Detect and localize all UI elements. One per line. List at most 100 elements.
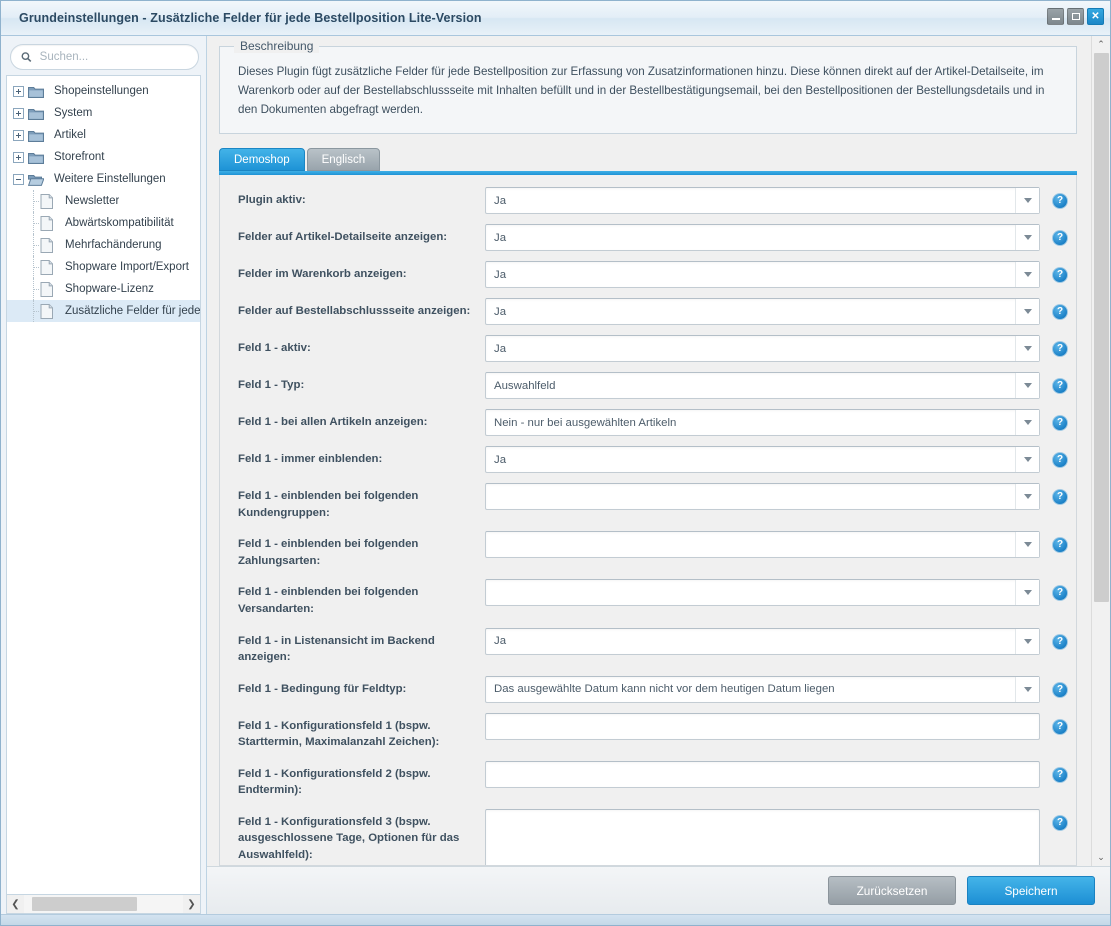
chevron-down-icon[interactable] <box>1015 336 1039 362</box>
help-icon[interactable]: ? <box>1052 193 1068 210</box>
chevron-down-icon[interactable] <box>1015 225 1039 251</box>
help-icon[interactable]: ? <box>1052 537 1068 554</box>
select-field[interactable]: Das ausgewählte Datum kann nicht vor dem… <box>485 675 1040 703</box>
maximize-icon[interactable] <box>1067 8 1084 25</box>
scroll-right-icon[interactable]: ❯ <box>183 895 200 913</box>
chevron-down-icon[interactable] <box>1015 676 1039 702</box>
form-footer: Zurücksetzen Speichern <box>207 866 1110 914</box>
chevron-down-icon[interactable] <box>1015 299 1039 325</box>
tree-item-zusätzliche-felder-für-jede-bes[interactable]: Zusätzliche Felder für jede Bes <box>7 300 200 322</box>
tree-item-mehrfachänderung[interactable]: Mehrfachänderung <box>7 234 200 256</box>
select-field[interactable]: Auswahlfeld <box>485 372 1040 400</box>
select-field[interactable]: Ja <box>485 446 1040 474</box>
select-field[interactable]: Ja <box>485 335 1040 363</box>
vscroll-thumb[interactable] <box>1093 53 1109 603</box>
help-icon[interactable]: ? <box>1052 766 1068 783</box>
help-icon[interactable]: ? <box>1052 718 1068 735</box>
close-icon[interactable]: ✕ <box>1087 8 1104 25</box>
field-label: Feld 1 - Bedingung für Feldtyp: <box>238 682 407 695</box>
folder-icon <box>28 129 49 142</box>
sidebar-horizontal-scrollbar[interactable]: ❮ ❯ <box>6 894 201 914</box>
help-icon[interactable]: ? <box>1052 415 1068 432</box>
select-field[interactable]: Ja <box>485 224 1040 252</box>
search-input[interactable] <box>37 50 190 64</box>
help-icon[interactable]: ? <box>1052 452 1068 469</box>
vscroll-track[interactable] <box>1092 53 1111 849</box>
help-icon[interactable]: ? <box>1052 585 1068 602</box>
chevron-down-icon[interactable] <box>1015 484 1039 510</box>
save-button[interactable]: Speichern <box>967 876 1095 905</box>
expand-icon[interactable] <box>13 151 24 163</box>
textarea-field[interactable] <box>485 808 1040 866</box>
description-legend: Beschreibung <box>234 39 320 53</box>
select-field[interactable] <box>485 531 1040 559</box>
help-icon[interactable]: ? <box>1052 489 1068 506</box>
help-icon[interactable]: ? <box>1052 341 1068 358</box>
settings-form: Plugin aktiv: Ja? Felder auf Artikel-Detai… <box>219 175 1077 866</box>
help-icon[interactable]: ? <box>1052 304 1068 321</box>
help-icon[interactable]: ? <box>1052 267 1068 284</box>
form-row: Feld 1 - Typ: Auswahlfeld? <box>230 372 1068 400</box>
expand-icon[interactable] <box>13 107 24 119</box>
search-box[interactable] <box>10 44 199 70</box>
tree-item-storefront[interactable]: Storefront <box>7 146 200 168</box>
field-control: Nein - nur bei ausgewählten Artikeln <box>485 409 1040 437</box>
form-row: Feld 1 - einblenden bei folgenden Kunden… <box>230 483 1068 521</box>
hscroll-track[interactable] <box>24 895 183 913</box>
text-field[interactable] <box>485 712 1040 740</box>
expand-icon[interactable] <box>13 129 24 141</box>
select-field[interactable]: Ja <box>485 261 1040 289</box>
settings-tree: Shopeinstellungen System Artikel Storefront… <box>6 75 201 894</box>
tree-item-label: Newsletter <box>65 195 120 207</box>
select-field[interactable] <box>485 483 1040 511</box>
scroll-left-icon[interactable]: ❮ <box>7 895 24 913</box>
chevron-down-icon[interactable] <box>1015 262 1039 288</box>
minimize-icon[interactable] <box>1047 8 1064 25</box>
tab-demoshop[interactable]: Demoshop <box>219 148 305 172</box>
tree-item-shopware-import-export[interactable]: Shopware Import/Export <box>7 256 200 278</box>
select-field[interactable]: Ja <box>485 187 1040 215</box>
window-controls: ✕ <box>1047 8 1104 25</box>
form-row: Felder auf Artikel-Detailseite anzeigen:… <box>230 224 1068 252</box>
window-body: Shopeinstellungen System Artikel Storefront… <box>1 36 1110 914</box>
tree-item-newsletter[interactable]: Newsletter <box>7 190 200 212</box>
chevron-down-icon[interactable] <box>1015 628 1039 654</box>
tree-item-shopeinstellungen[interactable]: Shopeinstellungen <box>7 80 200 102</box>
help-icon[interactable]: ? <box>1052 378 1068 395</box>
chevron-down-icon[interactable] <box>1015 373 1039 399</box>
form-row: Feld 1 - einblenden bei folgenden Zahlun… <box>230 531 1068 569</box>
hscroll-thumb[interactable] <box>32 897 137 911</box>
chevron-down-icon[interactable] <box>1015 410 1039 436</box>
chevron-down-icon[interactable] <box>1015 532 1039 558</box>
help-icon[interactable]: ? <box>1052 681 1068 698</box>
tree-item-artikel[interactable]: Artikel <box>7 124 200 146</box>
select-field[interactable]: Ja <box>485 627 1040 655</box>
help-icon[interactable]: ? <box>1052 230 1068 247</box>
scroll-down-icon[interactable]: ⌄ <box>1092 849 1111 866</box>
tree-item-shopware-lizenz[interactable]: Shopware-Lizenz <box>7 278 200 300</box>
chevron-down-icon[interactable] <box>1015 447 1039 473</box>
tree-connector <box>29 190 39 212</box>
file-icon <box>39 281 60 297</box>
scroll-up-icon[interactable]: ⌃ <box>1092 36 1111 53</box>
expand-icon[interactable] <box>13 85 24 97</box>
tree-item-weitere-einstellungen[interactable]: Weitere Einstellungen <box>7 168 200 190</box>
chevron-down-icon[interactable] <box>1015 580 1039 606</box>
reset-button[interactable]: Zurücksetzen <box>828 876 956 905</box>
tree-item-system[interactable]: System <box>7 102 200 124</box>
help-icon[interactable]: ? <box>1052 814 1068 831</box>
field-label: Feld 1 - Konfigurationsfeld 2 (bspw. End… <box>238 767 431 797</box>
field-control <box>485 712 1040 740</box>
select-field[interactable]: Ja <box>485 298 1040 326</box>
select-field[interactable] <box>485 579 1040 607</box>
chevron-down-icon[interactable] <box>1015 188 1039 214</box>
main-vertical-scrollbar[interactable]: ⌃ ⌄ <box>1091 36 1110 866</box>
form-row: Felder im Warenkorb anzeigen: Ja? <box>230 261 1068 289</box>
help-icon[interactable]: ? <box>1052 633 1068 650</box>
select-field[interactable]: Nein - nur bei ausgewählten Artikeln <box>485 409 1040 437</box>
main-content: Beschreibung Dieses Plugin fügt zusätzli… <box>207 36 1091 866</box>
collapse-icon[interactable] <box>13 173 24 185</box>
text-field[interactable] <box>485 760 1040 788</box>
tree-item-abwärtskompatibilität[interactable]: Abwärtskompatibilität <box>7 212 200 234</box>
tab-englisch[interactable]: Englisch <box>306 148 381 172</box>
